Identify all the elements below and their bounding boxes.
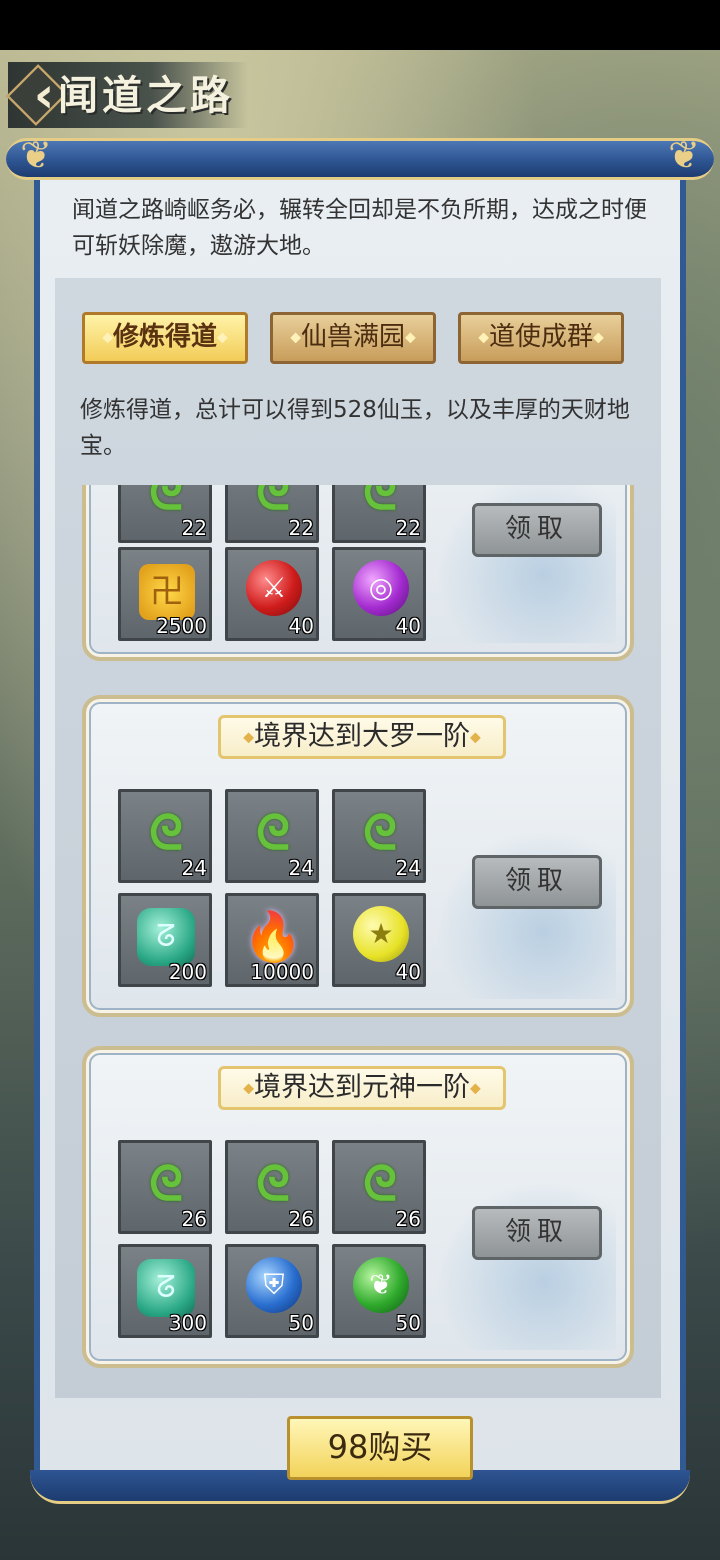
item-count: 200 xyxy=(168,960,207,984)
item-count: 10000 xyxy=(250,960,314,984)
item-count: 24 xyxy=(181,856,207,880)
item-count: 300 xyxy=(168,1311,207,1335)
item-count: 24 xyxy=(288,856,314,880)
reward-slot[interactable]: ◎ 40 xyxy=(332,547,426,641)
item-count: 40 xyxy=(288,614,314,638)
scroll-cap-left-icon: ❦ xyxy=(20,133,52,177)
item-count: 50 xyxy=(288,1311,314,1335)
tab-cultivation[interactable]: ◆修炼得道◆ xyxy=(82,312,248,364)
tab-ornament-icon: ◆ xyxy=(405,329,416,346)
blue-shield-orb-icon: ⛨ xyxy=(246,1257,302,1313)
purple-orb-icon: ◎ xyxy=(353,560,409,616)
reward-card: ◆境界达到元神一阶◆ ᘓ 26 ᘓ 26 ᘓ 26 ᘔ 300 ⛨ 50 ❦ 5… xyxy=(82,1046,634,1368)
intro-text: 闻道之路崎岖务必，辗转全回却是不负所期，达成之时便可斩妖除魔，遨游大地。 xyxy=(72,197,647,259)
title-ornament-icon: ◆ xyxy=(243,1080,254,1097)
item-count: 40 xyxy=(395,614,421,638)
tab-ornament-icon: ◆ xyxy=(478,329,489,346)
reward-list[interactable]: ᘓ 22 ᘓ 22 ᘓ 22 卍 2500 ⚔ 40 ◎ 40 领取 ◆境界达到… xyxy=(82,485,637,1390)
jade-stone-icon: ᘔ xyxy=(137,908,195,966)
reward-slot[interactable]: ⛨ 50 xyxy=(225,1244,319,1338)
claim-button[interactable]: 领取 xyxy=(472,1206,602,1260)
item-count: 2500 xyxy=(156,614,207,638)
page-title: 闻道之路 xyxy=(58,72,234,119)
item-count: 24 xyxy=(395,856,421,880)
tab-description: 修炼得道，总计可以得到528仙玉，以及丰厚的天财地宝。 xyxy=(80,397,630,459)
card-title-text: 境界达到大罗一阶 xyxy=(254,721,470,752)
buy-button[interactable]: 98购买 xyxy=(287,1416,473,1480)
reward-slot[interactable]: ᘓ 22 xyxy=(332,485,426,543)
card-title-text: 境界达到元神一阶 xyxy=(254,1072,470,1103)
tab-label: 仙兽满园 xyxy=(300,322,405,352)
reward-slot[interactable]: ᘓ 22 xyxy=(225,485,319,543)
jade-stone-icon: ᘔ xyxy=(137,1259,195,1317)
tab-beast-garden[interactable]: ◆仙兽满园◆ xyxy=(270,312,436,364)
yellow-star-orb-icon: ★ xyxy=(353,906,409,962)
reward-slot[interactable]: ᘓ 24 xyxy=(332,789,426,883)
item-count: 26 xyxy=(288,1207,314,1231)
card-title: ◆境界达到元神一阶◆ xyxy=(218,1066,506,1110)
green-leaf-orb-icon: ❦ xyxy=(353,1257,409,1313)
item-count: 26 xyxy=(395,1207,421,1231)
item-count: 26 xyxy=(181,1207,207,1231)
scroll-top-roller xyxy=(6,138,714,180)
tab-ornament-icon: ◆ xyxy=(102,329,113,346)
reward-slot[interactable]: ᘓ 26 xyxy=(225,1140,319,1234)
reward-slot[interactable]: ᘔ 300 xyxy=(118,1244,212,1338)
reward-slot[interactable]: ᘓ 22 xyxy=(118,485,212,543)
tab-envoys[interactable]: ◆道使成群◆ xyxy=(458,312,624,364)
reward-slot[interactable]: ᘔ 200 xyxy=(118,893,212,987)
gold-token-icon: 卍 xyxy=(139,564,195,620)
red-sword-orb-icon: ⚔ xyxy=(246,560,302,616)
title-ornament-icon: ◆ xyxy=(243,729,254,746)
reward-card: ◆境界达到大罗一阶◆ ᘓ 24 ᘓ 24 ᘓ 24 ᘔ 200 🔥 10000 … xyxy=(82,695,634,1017)
reward-slot[interactable]: ᘓ 26 xyxy=(118,1140,212,1234)
card-title: ◆境界达到大罗一阶◆ xyxy=(218,715,506,759)
reward-slot[interactable]: ᘓ 24 xyxy=(225,789,319,883)
reward-slot[interactable]: ᘓ 26 xyxy=(332,1140,426,1234)
item-count: 50 xyxy=(395,1311,421,1335)
item-count: 40 xyxy=(395,960,421,984)
reward-slot[interactable]: ❦ 50 xyxy=(332,1244,426,1338)
tab-ornament-icon: ◆ xyxy=(217,329,228,346)
tab-ornament-icon: ◆ xyxy=(290,329,301,346)
tab-label: 道使成群 xyxy=(488,322,593,352)
tab-ornament-icon: ◆ xyxy=(593,329,604,346)
status-bar xyxy=(0,0,720,50)
reward-slot[interactable]: 🔥 10000 xyxy=(225,893,319,987)
claim-button[interactable]: 领取 xyxy=(472,503,602,557)
tab-label: 修炼得道 xyxy=(112,322,217,352)
reward-slot[interactable]: 卍 2500 xyxy=(118,547,212,641)
item-count: 22 xyxy=(395,516,421,540)
reward-slot[interactable]: ᘓ 24 xyxy=(118,789,212,883)
item-count: 22 xyxy=(181,516,207,540)
reward-slot[interactable]: ★ 40 xyxy=(332,893,426,987)
claim-button[interactable]: 领取 xyxy=(472,855,602,909)
reward-slot[interactable]: ⚔ 40 xyxy=(225,547,319,641)
scroll-cap-right-icon: ❦ xyxy=(668,133,700,177)
item-count: 22 xyxy=(288,516,314,540)
title-ornament-icon: ◆ xyxy=(470,729,481,746)
reward-card: ᘓ 22 ᘓ 22 ᘓ 22 卍 2500 ⚔ 40 ◎ 40 领取 xyxy=(82,485,634,661)
title-ornament-icon: ◆ xyxy=(470,1080,481,1097)
